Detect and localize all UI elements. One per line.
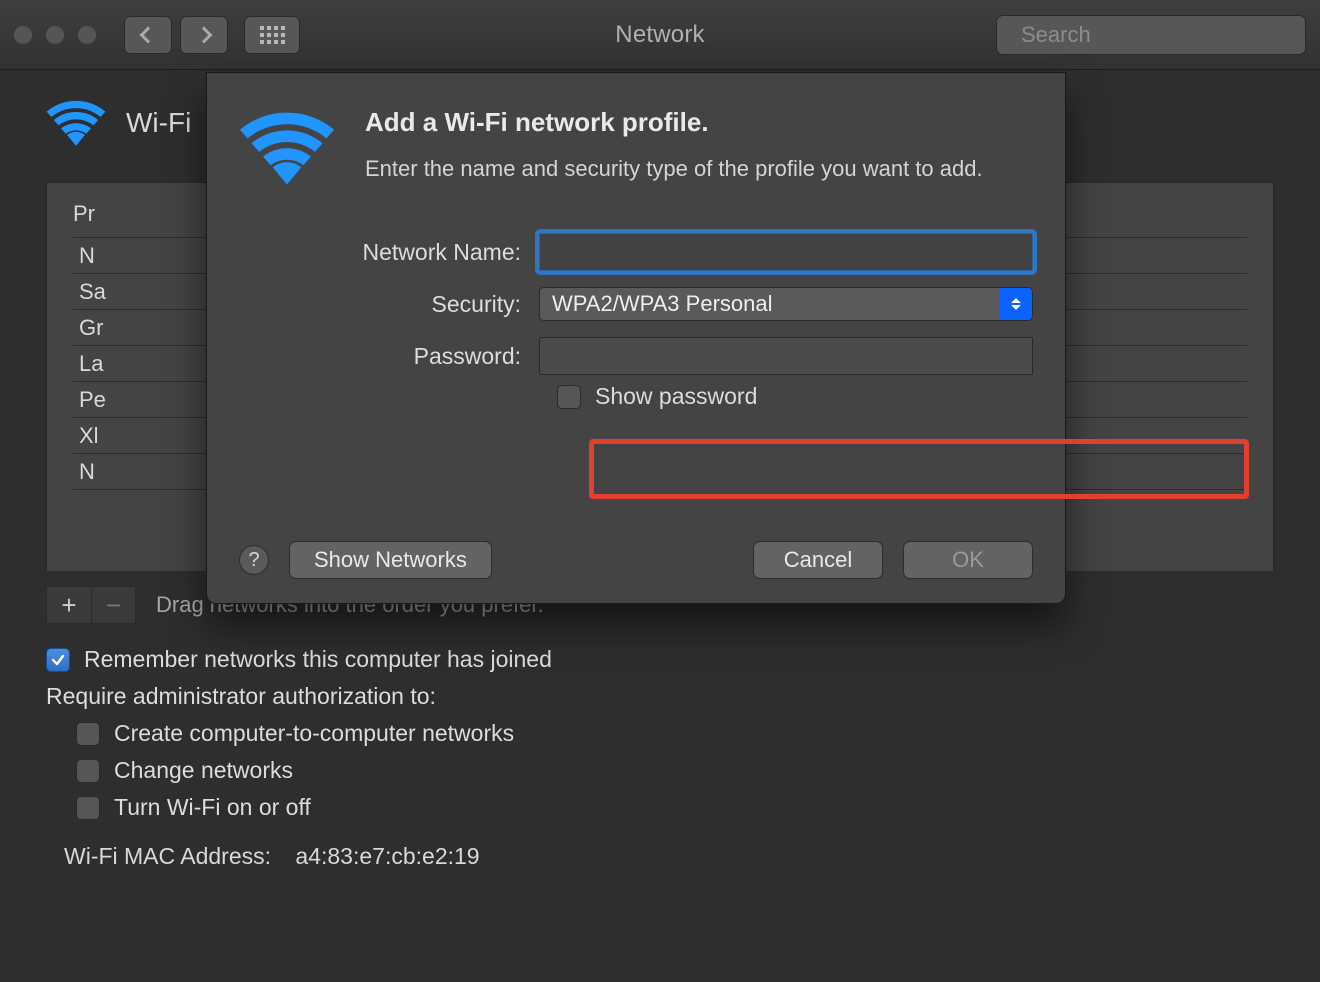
password-input[interactable]: [539, 337, 1033, 375]
dialog-icon: [239, 107, 335, 185]
turn-wifi-label: Turn Wi-Fi on or off: [114, 794, 311, 821]
wifi-icon: [46, 100, 106, 146]
forward-button[interactable]: [180, 16, 228, 54]
network-name-input[interactable]: [539, 233, 1033, 271]
add-remove-group: + −: [46, 586, 136, 624]
question-icon: ?: [248, 549, 259, 572]
add-wifi-profile-dialog: Add a Wi-Fi network profile. Enter the n…: [206, 72, 1066, 604]
help-button[interactable]: ?: [239, 545, 269, 575]
checkmark-icon: [50, 652, 66, 668]
minimize-window-button[interactable]: [46, 26, 64, 44]
close-window-button[interactable]: [14, 26, 32, 44]
wifi-icon: [239, 111, 335, 185]
add-network-button[interactable]: +: [47, 587, 91, 623]
change-networks-checkbox[interactable]: [76, 759, 100, 783]
password-label: Password:: [239, 343, 539, 370]
chevron-left-icon: [140, 26, 157, 43]
turn-wifi-checkbox[interactable]: [76, 796, 100, 820]
create-networks-label: Create computer-to-computer networks: [114, 720, 514, 747]
dialog-heading: Add a Wi-Fi network profile.: [365, 107, 983, 138]
search-input[interactable]: [1019, 21, 1311, 49]
dialog-subtext: Enter the name and security type of the …: [365, 154, 983, 185]
mac-address-label: Wi-Fi MAC Address:: [64, 843, 271, 869]
traffic-lights: [14, 26, 96, 44]
back-button[interactable]: [124, 16, 172, 54]
window-toolbar: Network: [0, 0, 1320, 70]
show-all-button[interactable]: [244, 16, 300, 54]
security-select[interactable]: WPA2/WPA3 Personal: [539, 287, 1033, 321]
nav-buttons: [124, 16, 228, 54]
mac-address-value: a4:83:e7:cb:e2:19: [295, 843, 479, 869]
show-networks-button[interactable]: Show Networks: [289, 541, 492, 579]
cancel-button[interactable]: Cancel: [753, 541, 883, 579]
remove-network-button[interactable]: −: [91, 587, 135, 623]
change-networks-label: Change networks: [114, 757, 293, 784]
chevron-right-icon: [196, 26, 213, 43]
grid-icon: [260, 26, 285, 44]
security-label: Security:: [239, 291, 539, 318]
page-title: Wi-Fi: [126, 107, 191, 139]
create-networks-checkbox[interactable]: [76, 722, 100, 746]
require-admin-label: Require administrator authorization to:: [46, 683, 1274, 710]
show-password-label: Show password: [595, 383, 757, 410]
zoom-window-button[interactable]: [78, 26, 96, 44]
show-password-checkbox[interactable]: [557, 385, 581, 409]
updown-icon: [1000, 288, 1032, 320]
search-field[interactable]: [996, 15, 1306, 55]
window-title: Network: [615, 21, 704, 49]
remember-networks-checkbox[interactable]: [46, 648, 70, 672]
security-value: WPA2/WPA3 Personal: [552, 291, 772, 317]
network-name-label: Network Name:: [239, 239, 539, 266]
remember-networks-label: Remember networks this computer has join…: [84, 646, 552, 673]
ok-button[interactable]: OK: [903, 541, 1033, 579]
